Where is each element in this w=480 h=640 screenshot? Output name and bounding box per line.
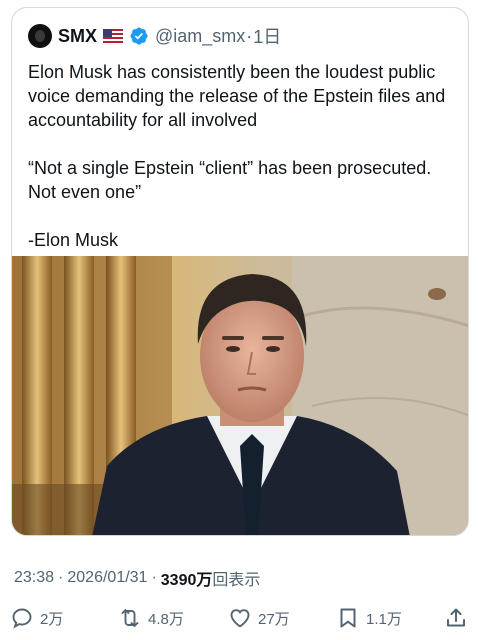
bookmark-icon bbox=[340, 608, 356, 628]
views-label: 回表示 bbox=[212, 572, 261, 589]
verified-badge-icon bbox=[130, 27, 148, 45]
post-photo[interactable] bbox=[12, 256, 468, 535]
views-count[interactable]: 3390万 bbox=[161, 566, 213, 590]
share-icon bbox=[447, 608, 465, 627]
post-time[interactable]: 23:38 bbox=[14, 569, 54, 587]
us-flag-icon bbox=[103, 29, 124, 43]
share-button[interactable] bbox=[444, 600, 468, 636]
post-date[interactable]: 2026/01/31 bbox=[67, 569, 147, 587]
quoted-post-text: Elon Musk has consistently been the loud… bbox=[28, 60, 460, 252]
handle[interactable]: @iam_smx bbox=[155, 26, 245, 47]
post-text-line: Elon Musk has consistently been the loud… bbox=[28, 62, 451, 130]
repost-count: 4.8万 bbox=[148, 610, 184, 628]
reply-count: 2万 bbox=[40, 610, 64, 628]
display-name[interactable]: SMX bbox=[58, 26, 97, 47]
reply-button[interactable]: 2万 bbox=[10, 600, 63, 636]
time-ago[interactable]: 1日 bbox=[253, 23, 281, 49]
bookmark-button[interactable]: 1.1万 bbox=[336, 600, 402, 636]
quoted-post-card[interactable]: SMX @iam_smx · 1日 Elon Musk has consiste… bbox=[11, 7, 469, 536]
separator: · bbox=[151, 569, 157, 586]
post-action-bar: 2万 4.8万 27万 1.1万 bbox=[0, 600, 480, 636]
bookmark-count: 1.1万 bbox=[366, 610, 402, 628]
portrait-photo-image bbox=[12, 256, 468, 535]
avatar[interactable] bbox=[28, 24, 52, 48]
post-text-line: “Not a single Epstein “client” has been … bbox=[28, 158, 437, 202]
repost-button[interactable]: 4.8万 bbox=[118, 600, 184, 636]
repost-icon bbox=[121, 609, 139, 627]
like-count: 27万 bbox=[258, 610, 290, 628]
heart-icon bbox=[230, 609, 250, 628]
post-meta: 23:38 · 2026/01/31 · 3390万 回表示 bbox=[14, 566, 260, 590]
separator: · bbox=[58, 569, 64, 586]
reply-icon bbox=[12, 608, 32, 629]
post-text-line: -Elon Musk bbox=[28, 230, 119, 250]
quoted-post-header: SMX @iam_smx · 1日 bbox=[28, 22, 281, 50]
separator: · bbox=[246, 25, 253, 46]
like-button[interactable]: 27万 bbox=[228, 600, 290, 636]
